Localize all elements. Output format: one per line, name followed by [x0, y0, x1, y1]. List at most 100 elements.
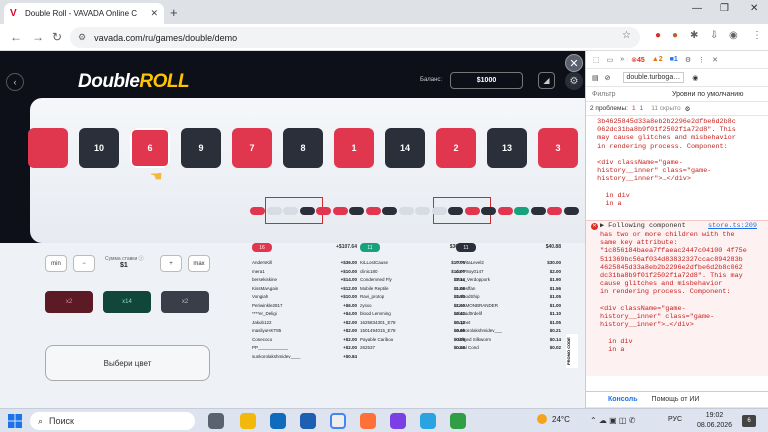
sound-toggle-icon[interactable]: ◢ — [538, 72, 555, 89]
clear-console-icon[interactable]: ⊘ — [605, 74, 611, 82]
bet-row: Ravi_protop $1.00 — [360, 294, 465, 303]
bet-row: Conecoco +$2.00 — [252, 337, 357, 346]
device-toggle-icon[interactable]: ▭ — [607, 56, 614, 64]
windows-start-icon[interactable] — [8, 414, 22, 428]
bet-red-button[interactable]: x2 — [45, 291, 93, 313]
source-link[interactable]: store.ts:209 — [708, 222, 757, 230]
window-close-button[interactable]: ✕ — [750, 3, 758, 14]
log-entry-2-head[interactable]: ▶ Following component — [600, 222, 686, 230]
weather-widget[interactable]: 24°C — [537, 414, 570, 424]
extensions-puzzle-icon[interactable]: ✱ — [690, 30, 698, 41]
notes-icon[interactable] — [450, 413, 466, 429]
firefox-icon[interactable] — [360, 413, 376, 429]
bet-row: Obliged Silkworm $0.14 — [456, 337, 561, 346]
devtools-settings-icon[interactable]: ⚙ — [685, 56, 691, 64]
min-button[interactable]: min — [45, 255, 67, 272]
roulette-tile: 13 — [487, 128, 527, 168]
telegram-icon[interactable] — [420, 413, 436, 429]
roulette-tile: 14 — [385, 128, 425, 168]
bet-row: Jakub122 +$2.00 — [252, 320, 357, 329]
history-dot — [266, 207, 282, 215]
promo-code-tab[interactable]: PROMO CODE — [566, 334, 578, 368]
issues-info-badge[interactable]: 1 — [640, 105, 644, 112]
bet-amount: +$36.00 — [340, 260, 357, 265]
bet-row: Payable Caribou $0.09 — [360, 337, 465, 346]
bet-black-button[interactable]: x2 — [161, 291, 209, 313]
max-button[interactable]: max — [188, 255, 210, 272]
bet-player-name: 1625834301_E78 — [360, 319, 396, 325]
tray-icons[interactable]: ⌃ ☁ ▣ ◫ ✆ — [590, 416, 635, 425]
levels-dropdown[interactable]: Уровни по умолчанию — [672, 91, 743, 98]
address-bar[interactable]: ⚙ vavada.com/ru/games/double/demo — [70, 27, 640, 48]
file-explorer-icon[interactable] — [240, 413, 256, 429]
extension-icon[interactable]: ● — [655, 30, 661, 41]
sidebar-toggle-icon[interactable]: ▤ — [592, 74, 599, 82]
roulette-strip: 10 6 9 7 8 1 14 2 13 3 — [28, 128, 585, 168]
context-selector[interactable]: double.turboga… — [622, 72, 685, 83]
bookmark-star-icon[interactable]: ☆ — [622, 30, 631, 41]
search-icon: ⌕ — [38, 415, 44, 426]
roulette-tile: 1 — [334, 128, 374, 168]
tab-ai-help[interactable]: Помощь от ИИ — [652, 396, 700, 403]
minimize-button[interactable]: — — [692, 3, 702, 14]
taskbar-search[interactable]: ⌕ Поиск — [30, 412, 195, 430]
cookie-extension-icon[interactable]: ● — [672, 30, 678, 41]
task-view-icon[interactable] — [208, 413, 224, 429]
increase-button[interactable]: + — [160, 255, 182, 272]
back-arrow-icon[interactable]: ← — [10, 30, 22, 44]
bet-amount: $1.56 — [549, 285, 561, 291]
browser-tab[interactable]: V Double Roll - VAVADA Online C ✕ — [4, 3, 164, 24]
notification-badge[interactable]: 6 — [742, 415, 756, 427]
filter-input[interactable]: Фильтр — [592, 91, 672, 98]
bet-row: Mos_Verdoppork $1.90 — [456, 277, 561, 286]
game-settings-gear-icon[interactable]: ⚙ — [565, 72, 583, 90]
bet-player-name: da***8oy0147 — [456, 268, 484, 274]
game-back-button[interactable]: ‹ — [6, 73, 24, 91]
bet-row: 262537 $0.06 — [360, 345, 465, 354]
bet-row: CHAMONBRANDER $1.00 — [456, 303, 561, 312]
bet-amount: $1.90 — [549, 277, 561, 282]
app-icon[interactable] — [390, 413, 406, 429]
history-dot — [481, 207, 496, 215]
forward-arrow-icon[interactable]: → — [32, 30, 44, 44]
bet-amount: $30.00 — [547, 260, 561, 265]
bet-player-name: Mos_Verdoppork — [456, 277, 491, 282]
history-dot — [283, 207, 298, 215]
eye-icon[interactable]: ◉ — [692, 74, 698, 82]
bet-player-name: Vongiah — [252, 294, 269, 299]
choose-color-button[interactable]: Выбери цвет — [45, 345, 210, 381]
issues-error-badge[interactable]: 1 — [632, 105, 636, 112]
filter-row: Фильтр Уровни по умолчанию — [586, 87, 768, 102]
clock[interactable]: 19:02 08.06.2026 — [697, 411, 732, 431]
decrease-button[interactable]: − — [73, 255, 95, 272]
game-close-icon[interactable]: ✕ — [565, 54, 583, 72]
devtools-close-icon[interactable]: ✕ — [712, 56, 718, 64]
language-indicator[interactable]: РУС — [668, 416, 682, 423]
inspect-icon[interactable]: ⬚ — [593, 56, 600, 64]
devtools-kebab-icon[interactable]: ⋮ — [698, 56, 705, 64]
console-settings-icon[interactable]: ⚙ — [685, 105, 691, 113]
bet-amount: $0.14 — [549, 336, 561, 342]
new-tab-button[interactable]: + — [170, 5, 178, 20]
issues-label[interactable]: 2 проблемы: — [590, 105, 628, 112]
bet-row: ****er_Deligi +$4.00 — [252, 311, 357, 320]
site-info-icon[interactable]: ⚙ — [78, 32, 86, 43]
outlook-icon[interactable] — [300, 413, 316, 429]
store-icon[interactable] — [270, 413, 286, 429]
bet-green-button[interactable]: x14 — [103, 291, 151, 313]
chrome-icon[interactable] — [330, 413, 346, 429]
menu-kebab-icon[interactable]: ⋮ — [752, 30, 762, 41]
tab-close-icon[interactable]: ✕ — [150, 8, 158, 19]
clock-time: 19:02 — [705, 412, 724, 419]
reload-icon[interactable]: ↻ — [52, 30, 62, 44]
roulette-tile: 2 — [436, 128, 476, 168]
bet-player-name: mera1 — [252, 268, 265, 274]
history-dot — [365, 207, 381, 215]
downloads-icon[interactable]: ⇩ — [710, 30, 718, 41]
tab-console[interactable]: Консоль — [608, 396, 638, 403]
profile-icon[interactable]: ◉ — [729, 30, 738, 41]
more-panels-icon[interactable]: » — [620, 56, 624, 63]
bet-player-name: Sopnet — [456, 319, 471, 325]
bet-row: Sopnet $1.05 — [456, 320, 561, 329]
maximize-button[interactable]: ❐ — [720, 3, 729, 14]
